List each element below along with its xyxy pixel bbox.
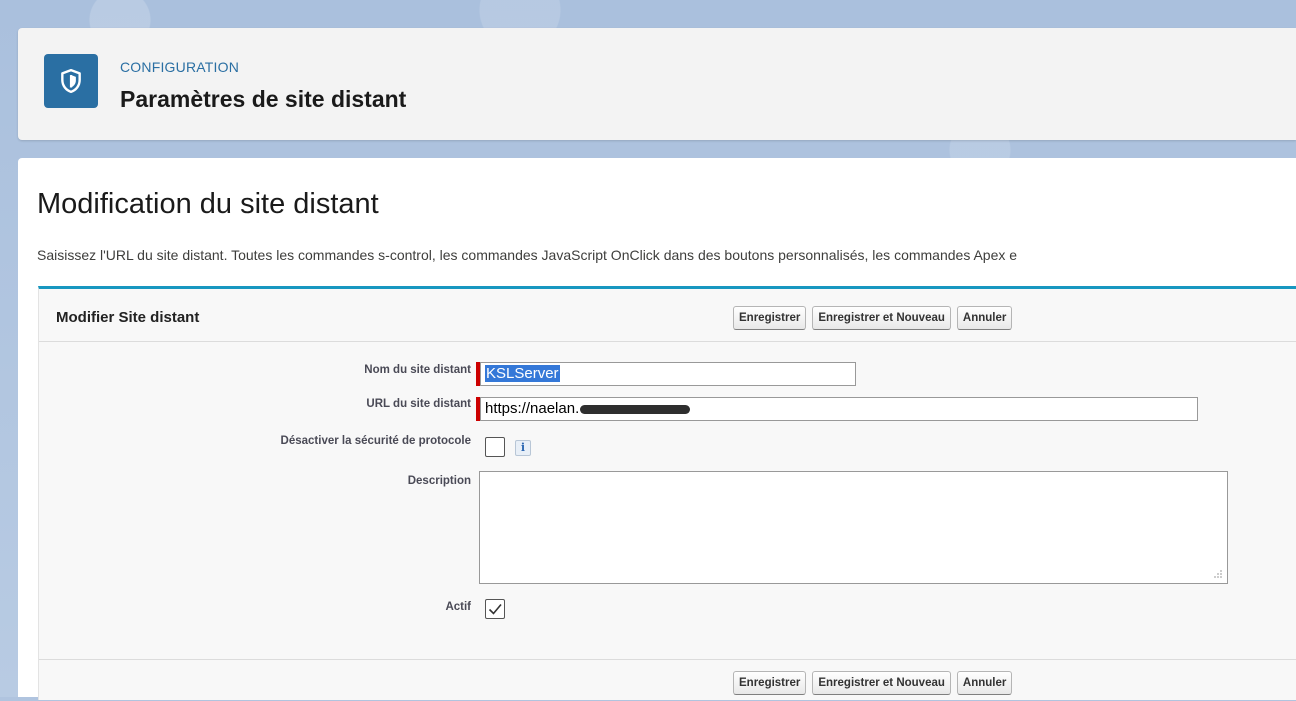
top-button-row: Enregistrer Enregistrer et Nouveau Annul… [733, 306, 1013, 330]
redacted-mark [580, 404, 691, 414]
checkmark-icon [488, 603, 502, 615]
url-input-value: https://naelan. [485, 400, 580, 417]
cancel-button[interactable]: Annuler [956, 671, 1013, 695]
main-content: Modification du site distant Saisissez l… [18, 158, 1296, 700]
save-button[interactable]: Enregistrer [733, 306, 807, 330]
form-block-title: Modifier Site distant [56, 309, 200, 326]
description-label: Description [407, 475, 471, 487]
protocol-security-label: Désactiver la sécurité de protocole [280, 435, 471, 447]
name-label: Nom du site distant [364, 364, 471, 376]
form-block-footer: Enregistrer Enregistrer et Nouveau Annul… [39, 659, 1296, 701]
description-textarea[interactable] [479, 471, 1228, 584]
cancel-button[interactable]: Annuler [956, 306, 1013, 330]
breadcrumb[interactable]: CONFIGURATION [120, 59, 239, 75]
bottom-button-row: Enregistrer Enregistrer et Nouveau Annul… [733, 671, 1013, 695]
protocol-security-checkbox[interactable] [485, 437, 505, 457]
name-input-value: KSLServer [485, 365, 560, 382]
active-label: Actif [445, 601, 471, 613]
save-button[interactable]: Enregistrer [733, 671, 807, 695]
edit-form-block: Modifier Site distant Enregistrer Enregi… [38, 286, 1296, 700]
section-title: Modification du site distant [37, 188, 379, 220]
save-new-button[interactable]: Enregistrer et Nouveau [812, 671, 951, 695]
name-input[interactable]: KSLServer [480, 362, 856, 386]
url-label: URL du site distant [366, 398, 471, 410]
page-header: CONFIGURATION Paramètres de site distant [18, 28, 1296, 140]
active-checkbox[interactable] [485, 599, 505, 619]
info-icon[interactable]: i [515, 440, 531, 456]
form-block-header: Modifier Site distant Enregistrer Enregi… [39, 289, 1296, 342]
shield-icon [44, 54, 98, 108]
intro-text: Saisissez l'URL du site distant. Toutes … [37, 247, 1018, 263]
resize-grip-icon[interactable] [1213, 569, 1223, 579]
save-new-button[interactable]: Enregistrer et Nouveau [812, 306, 951, 330]
url-input[interactable]: https://naelan. [480, 397, 1198, 421]
page-title: Paramètres de site distant [120, 86, 407, 112]
